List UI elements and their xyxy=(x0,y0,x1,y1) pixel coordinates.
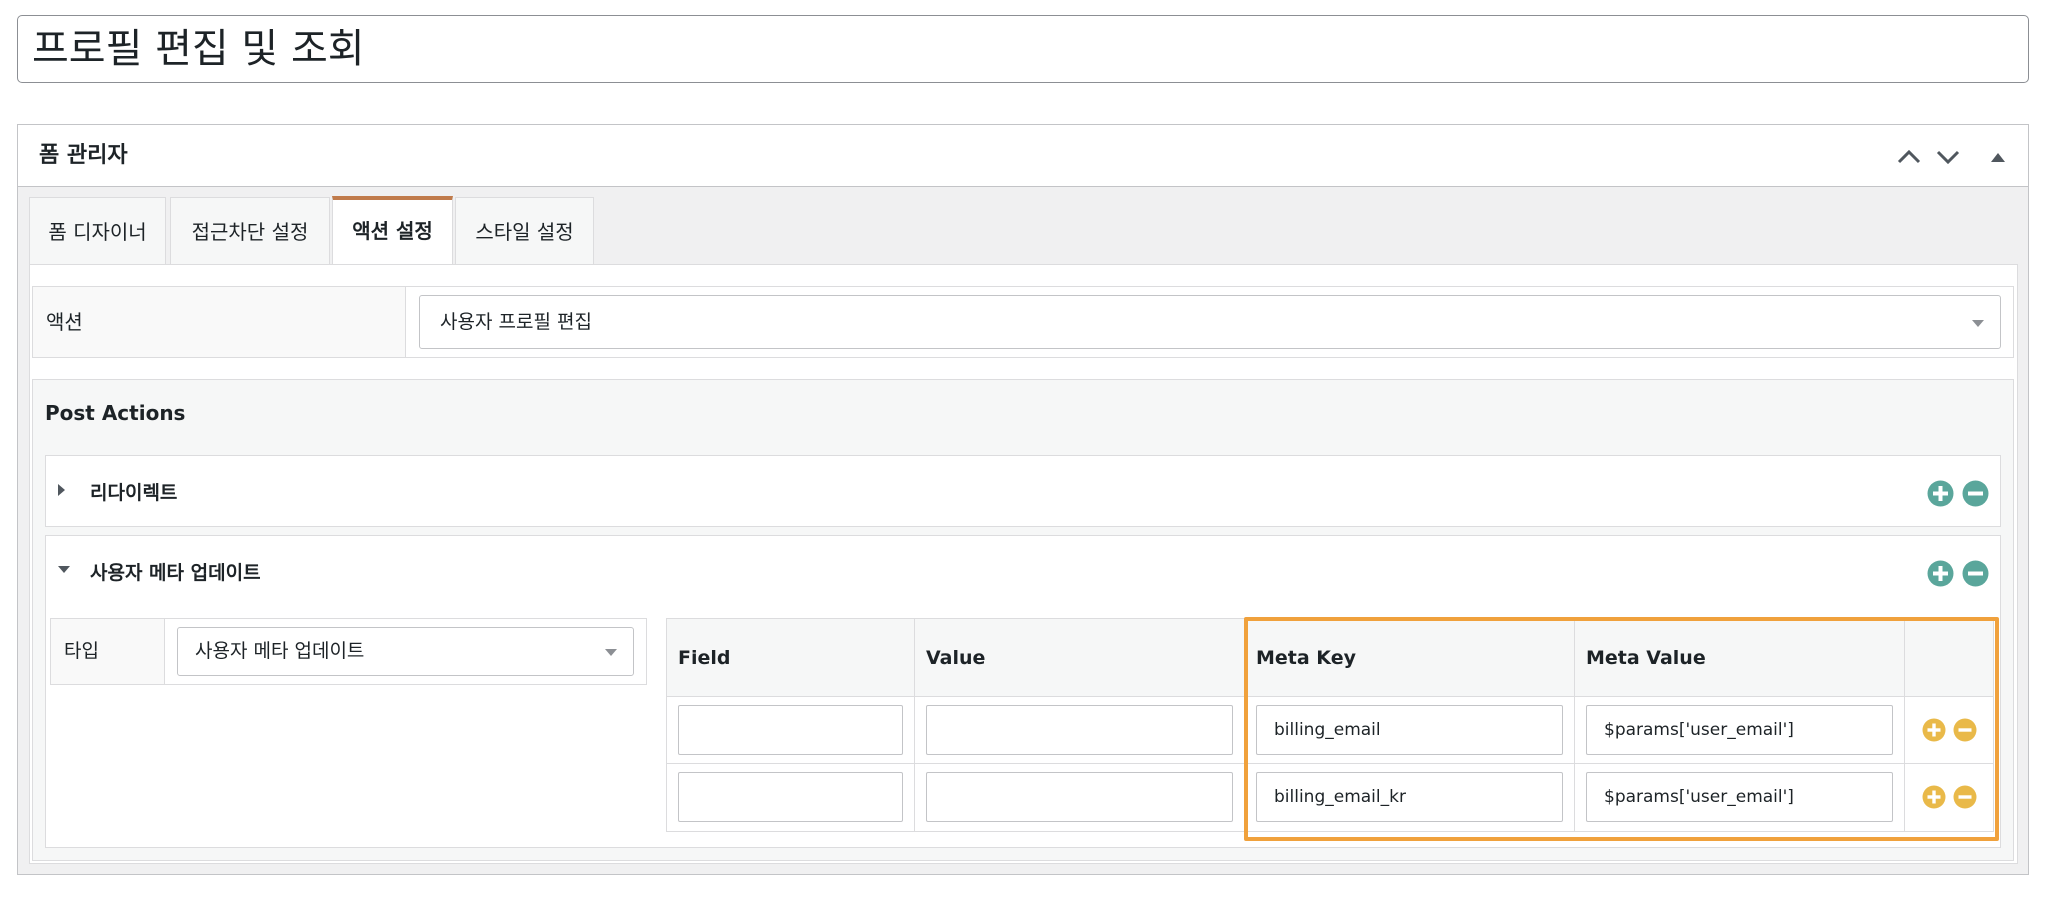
table-cell xyxy=(667,697,915,764)
page-title: 프로필 편집 및 조회 xyxy=(32,26,365,72)
remove-circle-icon[interactable] xyxy=(1962,480,1989,507)
remove-row-icon[interactable] xyxy=(1953,718,1977,742)
field-input[interactable] xyxy=(678,772,903,822)
action-select-value: 사용자 프로필 편집 xyxy=(440,311,592,333)
tab-action-settings[interactable]: 액션 설정 xyxy=(332,196,453,266)
type-select[interactable]: 사용자 메타 업데이트 xyxy=(177,627,634,676)
caret-down-icon xyxy=(1972,320,1984,327)
th-meta-value: Meta Value xyxy=(1575,619,1905,697)
table-cell: billing_email xyxy=(1245,697,1575,764)
meta-value-input[interactable]: $params['user_email'] xyxy=(1586,705,1893,755)
table-cell: $params['user_email'] xyxy=(1575,697,1905,764)
caret-down-icon xyxy=(605,649,617,656)
add-circle-icon[interactable] xyxy=(1927,560,1954,587)
action-row: 액션 사용자 프로필 편집 xyxy=(32,286,2014,358)
table-cell xyxy=(915,764,1245,831)
post-actions-title: Post Actions xyxy=(45,401,186,425)
add-row-icon[interactable] xyxy=(1922,785,1946,809)
table-cell: billing_email_kr xyxy=(1245,764,1575,831)
triangle-up-icon[interactable] xyxy=(1983,143,2013,171)
form-manager-panel: 폼 관리자 폼 디자이너 접근차단 설정 액션 설정 스타일 설정 액션 사용자… xyxy=(17,124,2029,875)
table-cell: $params['user_email'] xyxy=(1575,764,1905,831)
panel-header: 폼 관리자 xyxy=(18,125,2028,187)
add-row-icon[interactable] xyxy=(1922,718,1946,742)
tab-access-block[interactable]: 접근차단 설정 xyxy=(170,197,330,265)
th-meta-key: Meta Key xyxy=(1245,619,1575,697)
field-input[interactable] xyxy=(678,705,903,755)
page-title-box[interactable]: 프로필 편집 및 조회 xyxy=(17,15,2029,83)
table-cell xyxy=(915,697,1245,764)
post-actions-section: Post Actions 리다이렉트 사용자 메타 업데이트 타입 사용자 메타… xyxy=(32,379,2014,861)
value-input[interactable] xyxy=(926,772,1233,822)
meta-key-input[interactable]: billing_email_kr xyxy=(1256,772,1563,822)
type-row: 타입 사용자 메타 업데이트 xyxy=(50,618,647,685)
th-field: Field xyxy=(667,619,915,697)
value-input[interactable] xyxy=(926,705,1233,755)
th-actions xyxy=(1905,619,1993,697)
action-select[interactable]: 사용자 프로필 편집 xyxy=(419,295,2001,349)
table-cell xyxy=(667,764,915,831)
row-actions-cell xyxy=(1905,697,1993,764)
accordion-user-meta-title[interactable]: 사용자 메타 업데이트 xyxy=(90,558,261,585)
accordion-redirect[interactable]: 리다이렉트 xyxy=(45,455,2001,527)
type-select-value: 사용자 메타 업데이트 xyxy=(195,640,365,662)
accordion-redirect-title: 리다이렉트 xyxy=(90,482,178,504)
action-label: 액션 xyxy=(33,287,406,357)
chevron-down-icon[interactable] xyxy=(1933,143,1963,171)
tab-content: 액션 사용자 프로필 편집 Post Actions 리다이렉트 사용자 메타 … xyxy=(29,264,2018,864)
meta-value-input[interactable]: $params['user_email'] xyxy=(1586,772,1893,822)
caret-right-icon xyxy=(58,484,65,496)
type-label: 타입 xyxy=(51,619,165,684)
accordion-user-meta-update: 사용자 메타 업데이트 타입 사용자 메타 업데이트 Field Value M… xyxy=(45,535,2001,848)
tab-form-designer[interactable]: 폼 디자이너 xyxy=(29,197,166,265)
add-circle-icon[interactable] xyxy=(1927,480,1954,507)
meta-table: Field Value Meta Key Meta Value billing_… xyxy=(666,618,1994,832)
th-value: Value xyxy=(915,619,1245,697)
meta-key-input[interactable]: billing_email xyxy=(1256,705,1563,755)
tab-style-settings[interactable]: 스타일 설정 xyxy=(455,197,594,265)
caret-down-icon[interactable] xyxy=(58,566,70,573)
chevron-up-icon[interactable] xyxy=(1894,143,1924,171)
remove-row-icon[interactable] xyxy=(1953,785,1977,809)
row-actions-cell xyxy=(1905,764,1993,831)
panel-title: 폼 관리자 xyxy=(39,143,128,168)
remove-circle-icon[interactable] xyxy=(1962,560,1989,587)
